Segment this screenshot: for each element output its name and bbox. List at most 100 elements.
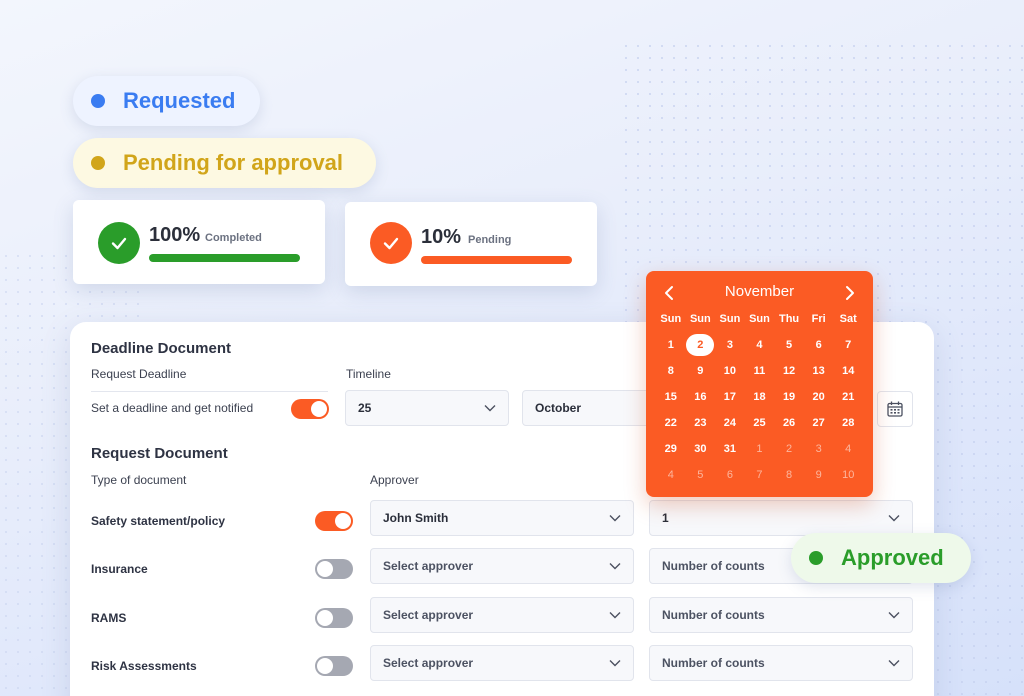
status-pill-pending: Pending for approval	[73, 138, 376, 188]
status-pill-approved: Approved	[791, 533, 971, 583]
calendar-day[interactable]: 16	[686, 384, 716, 410]
calendar-day[interactable]: 7	[745, 462, 775, 488]
calendar-day[interactable]: 17	[715, 384, 745, 410]
selected-day[interactable]: 2	[686, 334, 715, 356]
document-toggle[interactable]	[315, 608, 353, 628]
calendar-popover: November Sun Sun Sun Sun Thu Fri Sat 1 2 3 4 5 6 7 8 9 1…	[646, 271, 873, 497]
calendar-day[interactable]: 6	[715, 462, 745, 488]
chevron-down-icon	[888, 612, 900, 619]
status-dot	[91, 156, 105, 170]
calendar-day[interactable]: 1	[745, 436, 775, 462]
calendar-day[interactable]: 6	[804, 332, 834, 358]
weekday-label: Sun	[689, 312, 711, 325]
count-select[interactable]: 1	[649, 500, 913, 536]
day-select[interactable]: 25	[345, 390, 509, 426]
calendar-day[interactable]: 10	[833, 462, 863, 488]
count-select[interactable]: Number of counts	[649, 597, 913, 633]
calendar-day[interactable]: 5	[774, 332, 804, 358]
chevron-down-icon	[609, 515, 621, 522]
calendar-day[interactable]: 14	[833, 358, 863, 384]
day-select-value: 25	[358, 401, 372, 415]
chevron-down-icon	[609, 612, 621, 619]
calendar-day[interactable]: 19	[774, 384, 804, 410]
calendar-day[interactable]: 27	[804, 410, 834, 436]
approver-select-value: John Smith	[383, 511, 449, 525]
approver-select[interactable]: Select approver	[370, 645, 634, 681]
weekday-label: Sun	[749, 312, 770, 325]
approver-select[interactable]: John Smith	[370, 500, 634, 536]
chevron-down-icon	[888, 515, 900, 522]
document-name: Safety statement/policy	[91, 514, 226, 528]
calendar-day[interactable]: 3	[804, 436, 834, 462]
calendar-day[interactable]: 25	[745, 410, 775, 436]
chevron-down-icon	[609, 660, 621, 667]
calendar-day[interactable]: 9	[686, 358, 716, 384]
calendar-day[interactable]: 4	[656, 462, 686, 488]
calendar-day[interactable]: 30	[686, 436, 716, 462]
count-select[interactable]: Number of counts	[649, 645, 913, 681]
calendar-grid: Sun Sun Sun Sun Thu Fri Sat 1 2 3 4 5 6 7 8 9 10 11 12 13 14…	[656, 311, 863, 488]
document-toggle[interactable]	[315, 559, 353, 579]
calendar-day[interactable]: 1	[656, 332, 686, 358]
calendar-day[interactable]: 31	[715, 436, 745, 462]
calendar-day[interactable]: 23	[686, 410, 716, 436]
approver-select[interactable]: Select approver	[370, 548, 634, 584]
approver-select-value: Select approver	[383, 608, 474, 622]
calendar-day[interactable]: 4	[745, 332, 775, 358]
progress-bar	[421, 256, 572, 264]
section-title-deadline: Deadline Document	[91, 340, 232, 357]
section-title-request: Request Document	[91, 445, 228, 462]
check-icon	[98, 222, 140, 264]
weekday-label: Thu	[778, 312, 800, 325]
document-toggle[interactable]	[315, 511, 353, 531]
calendar-day[interactable]: 13	[804, 358, 834, 384]
notify-text: Set a deadline and get notified	[91, 401, 254, 415]
count-select-value: 1	[662, 511, 669, 525]
calendar-day[interactable]: 20	[804, 384, 834, 410]
calendar-day[interactable]: 2	[774, 436, 804, 462]
calendar-day[interactable]: 28	[833, 410, 863, 436]
calendar-day[interactable]: 11	[745, 358, 775, 384]
weekday-label: Sun	[660, 312, 682, 325]
chevron-right-icon[interactable]	[843, 285, 857, 301]
calendar-day[interactable]: 9	[804, 462, 834, 488]
status-dot	[809, 551, 823, 565]
stat-card-pending: 10% Pending	[345, 202, 597, 286]
calendar-day[interactable]: 2	[686, 332, 716, 358]
calendar-day[interactable]: 18	[745, 384, 775, 410]
status-pill-label: Pending for approval	[123, 150, 344, 175]
calendar-day[interactable]: 12	[774, 358, 804, 384]
calendar-button[interactable]	[877, 391, 913, 427]
calendar-icon	[887, 401, 903, 417]
divider	[91, 391, 328, 392]
calendar-day[interactable]: 22	[656, 410, 686, 436]
deadline-toggle[interactable]	[291, 399, 329, 419]
document-name: Insurance	[91, 562, 148, 576]
calendar-day[interactable]: 5	[686, 462, 716, 488]
status-dot	[91, 94, 105, 108]
status-pill-label: Approved	[841, 545, 944, 570]
document-toggle[interactable]	[315, 656, 353, 676]
calendar-day[interactable]: 10	[715, 358, 745, 384]
calendar-day[interactable]: 7	[833, 332, 863, 358]
document-name: RAMS	[91, 611, 127, 625]
calendar-day[interactable]: 3	[715, 332, 745, 358]
timeline-label: Timeline	[346, 367, 391, 381]
calendar-day[interactable]: 4	[833, 436, 863, 462]
calendar-day[interactable]: 29	[656, 436, 686, 462]
calendar-day[interactable]: 15	[656, 384, 686, 410]
stat-card-completed: 100% Completed	[73, 200, 325, 284]
stat-label: Pending	[468, 234, 512, 246]
calendar-month: November	[724, 283, 795, 300]
approver-select[interactable]: Select approver	[370, 597, 634, 633]
calendar-day[interactable]: 24	[715, 410, 745, 436]
calendar-day[interactable]: 26	[774, 410, 804, 436]
approver-select-value: Select approver	[383, 656, 474, 670]
calendar-day[interactable]: 21	[833, 384, 863, 410]
calendar-day[interactable]: 8	[656, 358, 686, 384]
chevron-down-icon	[484, 405, 496, 412]
calendar-day[interactable]: 8	[774, 462, 804, 488]
stat-percent: 10%	[421, 226, 462, 248]
stat-label: Completed	[205, 232, 262, 244]
document-name: Risk Assessments	[91, 659, 197, 673]
